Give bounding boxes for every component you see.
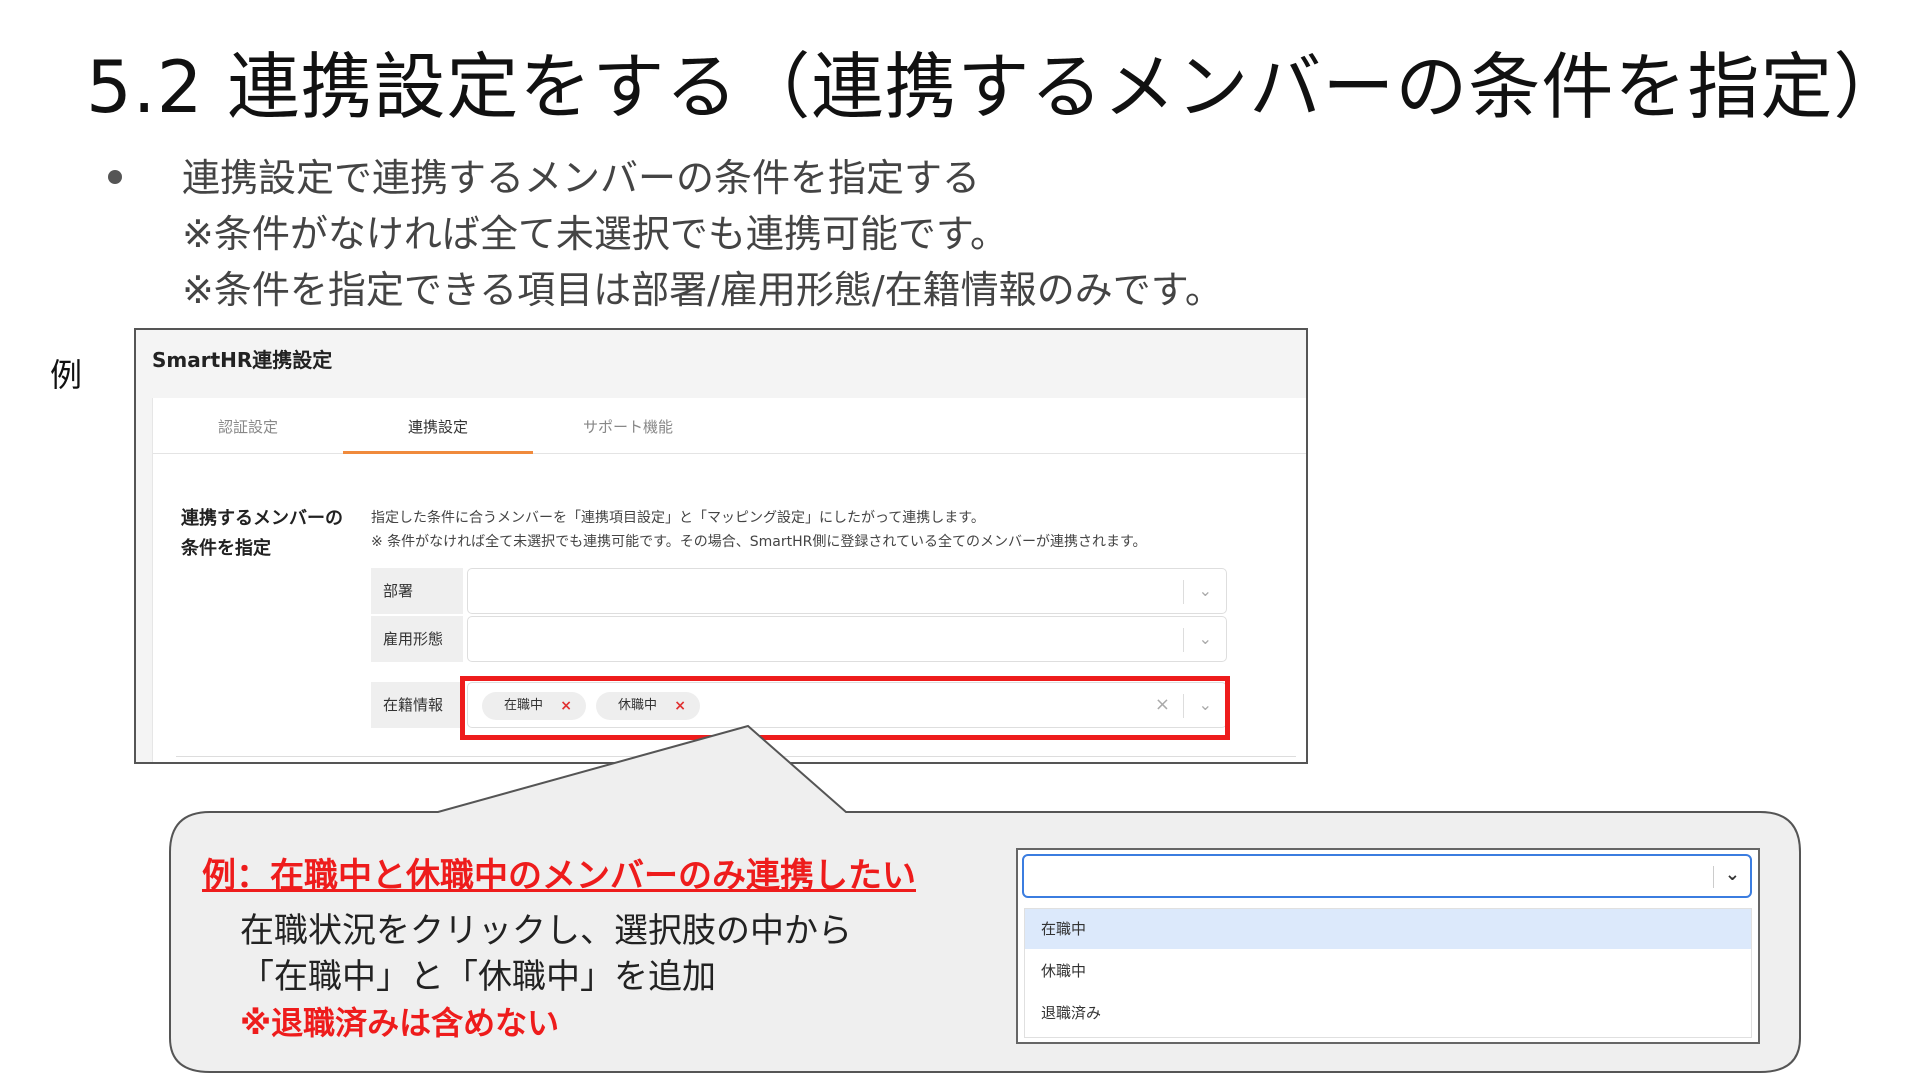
dropdown-screenshot: ⌄ 在職中 休職中 退職済み (1016, 848, 1760, 1044)
chevron-down-icon[interactable]: ⌄ (1725, 864, 1740, 885)
callout-note: ※退職済みは含めない (240, 1004, 560, 1042)
callout-line: 在職状況をクリックし、選択肢の中から (240, 911, 852, 951)
enrollment-status-dropdown[interactable]: ⌄ (1022, 854, 1752, 898)
option-retired[interactable]: 退職済み (1025, 993, 1751, 1033)
callout-body: 在職状況をクリックし、選択肢の中から 「在職中」と「休職中」を追加 (240, 908, 852, 1000)
select-separator (1713, 866, 1714, 888)
callout-heading: 例：在職中と休職中のメンバーのみ連携したい (202, 856, 916, 896)
dropdown-options: 在職中 休職中 退職済み (1024, 908, 1752, 1038)
option-active[interactable]: 在職中 (1025, 909, 1751, 949)
option-on-leave[interactable]: 休職中 (1025, 951, 1751, 991)
callout-line: 「在職中」と「休職中」を追加 (240, 957, 716, 997)
